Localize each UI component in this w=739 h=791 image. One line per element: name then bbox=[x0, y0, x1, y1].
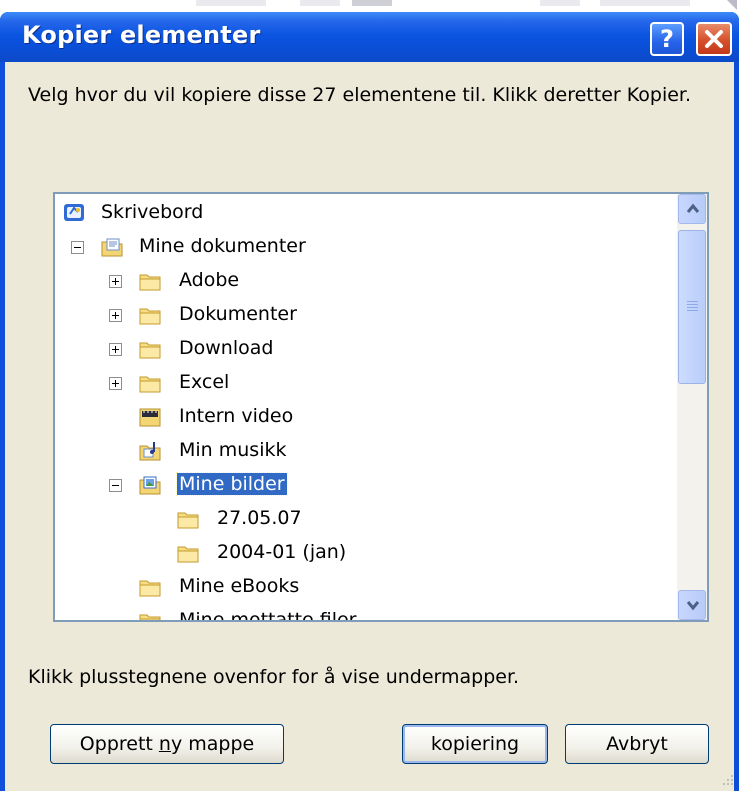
help-button[interactable]: ? bbox=[650, 22, 684, 56]
tree-item-label: Mine eBooks bbox=[179, 575, 300, 597]
tree-item[interactable]: Excel bbox=[55, 367, 675, 399]
desktop-icon bbox=[63, 202, 85, 224]
close-button[interactable] bbox=[696, 22, 732, 56]
cancel-button[interactable]: Avbryt bbox=[565, 724, 709, 764]
copy-button-label: kopiering bbox=[430, 733, 520, 755]
cancel-button-label: Avbryt bbox=[606, 733, 668, 755]
tree-item[interactable]: Skrivebord bbox=[55, 197, 675, 229]
tree-item[interactable]: 2004-01 (jan) bbox=[55, 537, 675, 569]
folder-icon bbox=[139, 576, 161, 598]
folder-icon bbox=[139, 304, 161, 326]
tree-item[interactable]: Mine bilder bbox=[55, 469, 675, 501]
tree-item[interactable]: Mine eBooks bbox=[55, 571, 675, 603]
tree-item-label: Excel bbox=[179, 371, 230, 393]
tree-item-label: Mine mottatte filer bbox=[179, 609, 357, 622]
expand-icon[interactable] bbox=[109, 309, 122, 322]
tree-item-label: 2004-01 (jan) bbox=[217, 541, 347, 563]
tree-item[interactable]: Download bbox=[55, 333, 675, 365]
folder-icon bbox=[139, 610, 161, 620]
copy-button[interactable]: kopiering bbox=[402, 724, 548, 764]
scroll-thumb[interactable] bbox=[678, 230, 706, 384]
chevron-down-icon bbox=[686, 601, 700, 611]
tree-item-label: Min musikk bbox=[179, 439, 287, 461]
hint-text: Klikk plusstegnene ovenfor for å vise un… bbox=[28, 666, 520, 688]
dialog-title: Kopier elementer bbox=[22, 21, 261, 49]
tree-item-label: Adobe bbox=[179, 269, 240, 291]
expand-icon[interactable] bbox=[109, 343, 122, 356]
resize-grip-icon[interactable] bbox=[719, 771, 735, 787]
tree-item-label: Intern video bbox=[179, 405, 294, 427]
folder-icon bbox=[177, 508, 199, 530]
tree-item[interactable]: Mine mottatte filer bbox=[55, 605, 675, 622]
scroll-down-button[interactable] bbox=[678, 590, 706, 620]
window-border bbox=[734, 62, 739, 791]
tree-item[interactable]: Intern video bbox=[55, 401, 675, 433]
folder-icon bbox=[177, 542, 199, 564]
tree-item[interactable]: Min musikk bbox=[55, 435, 675, 467]
collapse-icon[interactable] bbox=[109, 479, 122, 492]
tree-item-label: 27.05.07 bbox=[217, 507, 302, 529]
new-folder-button[interactable]: Opprett ny mappe bbox=[50, 724, 284, 764]
background-window-strip bbox=[0, 0, 739, 12]
tree-item-label: Skrivebord bbox=[101, 201, 204, 223]
tree-item-label: Mine bilder bbox=[176, 472, 288, 496]
expand-icon[interactable] bbox=[109, 275, 122, 288]
scroll-up-button[interactable] bbox=[678, 194, 706, 224]
new-folder-label-end: y mappe bbox=[170, 733, 255, 755]
chevron-up-icon bbox=[686, 203, 700, 213]
collapse-icon[interactable] bbox=[71, 241, 84, 254]
tree-item-label: Mine dokumenter bbox=[139, 235, 306, 257]
help-icon: ? bbox=[660, 25, 674, 53]
tree-item[interactable]: Dokumenter bbox=[55, 299, 675, 331]
vertical-scrollbar[interactable] bbox=[677, 194, 707, 620]
music-folder-icon bbox=[139, 440, 161, 462]
new-folder-label-start: Opprett bbox=[79, 733, 159, 755]
tree-item[interactable]: Mine dokumenter bbox=[55, 231, 675, 263]
new-folder-accelerator: n bbox=[158, 733, 171, 755]
expand-icon[interactable] bbox=[109, 377, 122, 390]
tree-item[interactable]: 27.05.07 bbox=[55, 503, 675, 535]
tree-item-label: Download bbox=[179, 337, 274, 359]
folder-icon bbox=[139, 270, 161, 292]
folder-icon bbox=[139, 338, 161, 360]
folder-icon bbox=[139, 372, 161, 394]
my-documents-icon bbox=[101, 236, 123, 258]
title-bar[interactable]: Kopier elementer ? bbox=[0, 12, 739, 62]
pictures-folder-icon bbox=[139, 474, 161, 496]
close-icon bbox=[705, 30, 723, 48]
tree-item-label: Dokumenter bbox=[179, 303, 297, 325]
tree-item[interactable]: Adobe bbox=[55, 265, 675, 297]
video-folder-icon bbox=[139, 406, 161, 428]
folder-tree[interactable]: Skrivebord Mine dokumenter Adobe Dokumenter… bbox=[53, 192, 709, 622]
instruction-text: Velg hvor du vil kopiere disse 27 elemen… bbox=[28, 84, 692, 106]
